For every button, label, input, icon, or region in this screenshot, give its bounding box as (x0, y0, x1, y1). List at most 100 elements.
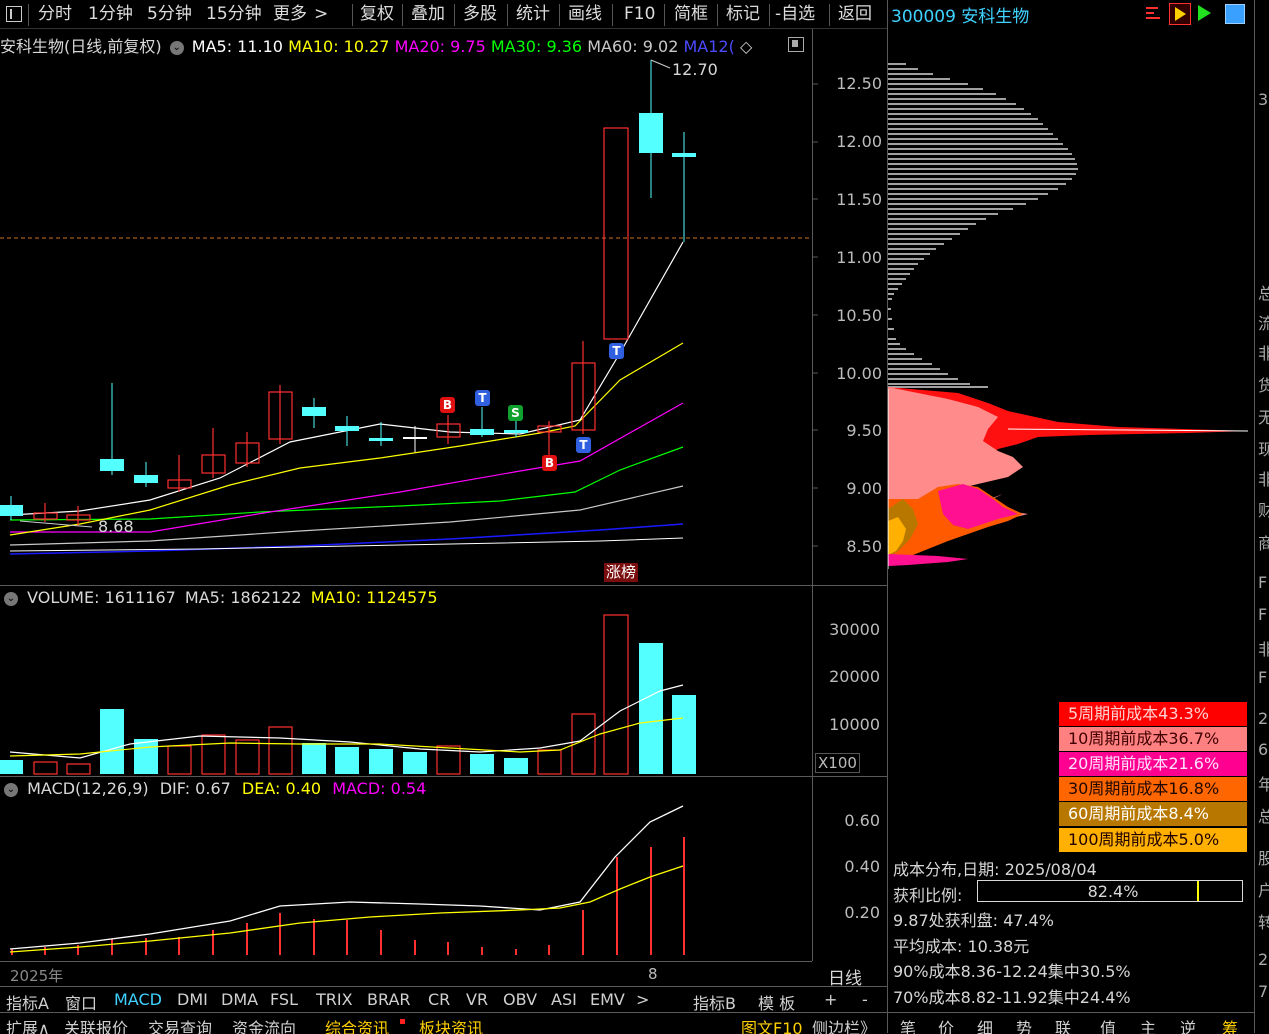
edge-char: F (1258, 605, 1268, 624)
macd-tick: 0.60 (844, 811, 880, 830)
tab-trade-query[interactable]: 交易查询 (148, 1015, 212, 1034)
tab-dma[interactable]: DMA (221, 990, 258, 1009)
tab-lian[interactable]: 联 (1055, 1015, 1071, 1034)
tab-zhu[interactable]: 主 (1140, 1015, 1156, 1034)
tab-vr[interactable]: VR (466, 990, 488, 1009)
ma60-line (9, 485, 684, 546)
macd-chart-svg (9, 805, 685, 955)
zhangbang-badge[interactable]: 涨榜 (604, 563, 639, 582)
tab-trix[interactable]: TRIX (316, 990, 353, 1009)
news-dot (400, 1019, 405, 1024)
tab-fund-flow[interactable]: 资金流向 (232, 1015, 296, 1034)
edge-char: 总 (1258, 803, 1269, 827)
edge-char: 6 (1258, 740, 1269, 759)
indicator-tab-row: 指标A 窗口 MACD DMI DMA FSL TRIX BRAR CR VR … (0, 987, 887, 1014)
tab-news[interactable]: 综合资讯 (325, 1015, 389, 1034)
stock-code-name: 300009 安科生物 (891, 7, 1030, 27)
profit-ratio-bar: 82.4% (977, 880, 1243, 902)
edge-char: 非 (1258, 340, 1269, 364)
period-label[interactable]: 日线 (828, 964, 862, 989)
tab-emv[interactable]: EMV (590, 990, 625, 1009)
tab-cr[interactable]: CR (428, 990, 450, 1009)
tab-jia[interactable]: 价 (938, 1015, 954, 1034)
profit-ratio-label: 获利比例: (893, 886, 963, 905)
edge-char: 年 (1258, 771, 1269, 795)
tab-bi[interactable]: 笔 (900, 1015, 916, 1034)
edge-char: 股 (1258, 845, 1269, 869)
tab-window[interactable]: 窗口 (65, 990, 97, 1014)
volume-tick: 20000 (829, 667, 880, 686)
edge-char: 7 (1258, 982, 1269, 1001)
cost-legend-60: 60周期前成本8.4% (1059, 802, 1247, 826)
tab-shi[interactable]: 势 (1016, 1015, 1032, 1034)
play-icon[interactable] (1169, 3, 1191, 25)
tab-asi[interactable]: ASI (551, 990, 577, 1009)
chevron-right-icon[interactable]: > (636, 990, 649, 1009)
cost-90: 90%成本8.36-12.24集中30.5% (893, 962, 1131, 981)
chart-type-icon[interactable] (1146, 5, 1162, 21)
tab-indicator-a[interactable]: 指标A (6, 990, 49, 1014)
template-button[interactable]: 模 板 (758, 990, 795, 1014)
signal-marker-t[interactable]: T (576, 437, 591, 453)
tab-xi[interactable]: 细 (977, 1015, 993, 1034)
candles (0, 60, 696, 526)
tab-related-quotes[interactable]: 关联报价 (64, 1015, 128, 1034)
tab-chou[interactable]: 筹 (1222, 1015, 1238, 1034)
high-price-label: 12.70 (672, 60, 718, 79)
edge-char: 流 (1258, 310, 1269, 334)
signal-marker-s[interactable]: S (508, 405, 523, 421)
edge-char: F (1258, 573, 1268, 592)
signal-marker-t[interactable]: T (609, 343, 624, 359)
year-label: 2025年 (10, 967, 64, 985)
tab-ni[interactable]: 逆 (1180, 1015, 1196, 1034)
edge-char: 总 (1258, 280, 1269, 304)
tab-fsl[interactable]: FSL (270, 990, 298, 1009)
signal-marker-b[interactable]: B (440, 397, 455, 413)
cost-date-line: 成本分布,日期: 2025/08/04 (893, 860, 1097, 879)
edge-char: 现 (1258, 436, 1269, 460)
tab-indicator-b[interactable]: 指标B (693, 990, 736, 1014)
profit-ratio-value: 82.4% (1087, 882, 1139, 901)
divider (0, 961, 812, 962)
edge-char: F (1258, 668, 1268, 687)
bottom-tab-row: 扩展∧ 关联报价 交易查询 资金流向 综合资讯 板块资讯 图文F10 侧边栏》 … (0, 1012, 1254, 1034)
ma5-line (9, 241, 684, 516)
cost-legend-30: 30周期前成本16.8% (1059, 777, 1247, 801)
cost-legend-5: 5周期前成本43.3% (1059, 702, 1247, 726)
right-edge-panel: 3 总 流 非 货 无 现 非 财 商 F F 非 F 2 6 年 总 股 户 … (1254, 0, 1269, 1033)
edge-char: 货 (1258, 372, 1269, 396)
volume-tick: 30000 (829, 620, 880, 639)
sidebar-button[interactable]: 侧边栏》 (812, 1015, 876, 1034)
stock-header: 300009 安科生物 (888, 0, 1254, 28)
tab-macd[interactable]: MACD (114, 990, 162, 1009)
signal-marker-t[interactable]: T (475, 390, 490, 406)
volume-chart-svg (0, 614, 696, 775)
edge-char: 财 (1258, 497, 1269, 521)
tab-f10-graphic[interactable]: 图文F10 (741, 1015, 803, 1034)
edge-char: 商 (1258, 530, 1269, 554)
signal-marker-b[interactable]: B (542, 455, 557, 471)
tab-brar[interactable]: BRAR (367, 990, 411, 1009)
edge-char: 无 (1258, 404, 1269, 428)
remove-button[interactable]: - (862, 990, 868, 1009)
tab-zhi[interactable]: 值 (1100, 1015, 1116, 1034)
expand-button[interactable]: 扩展∧ (6, 1015, 50, 1034)
cost-legend-10: 10周期前成本36.7% (1059, 727, 1247, 751)
price-chart-svg (0, 59, 818, 555)
macd-tick: 0.20 (844, 903, 880, 922)
tab-sector-news[interactable]: 板块资讯 (419, 1015, 483, 1034)
edge-char: 户 (1258, 877, 1269, 901)
add-button[interactable]: + (824, 990, 837, 1009)
tab-dmi[interactable]: DMI (177, 990, 208, 1009)
cost-legend-100: 100周期前成本5.0% (1059, 828, 1247, 852)
macd-tick: 0.40 (844, 857, 880, 876)
tab-obv[interactable]: OBV (503, 990, 537, 1009)
edge-char: 3 (1258, 90, 1269, 109)
arrow-icon[interactable] (1198, 5, 1211, 21)
edge-char: 2 (1258, 709, 1269, 728)
edge-char: 非 (1258, 636, 1269, 660)
cost-70: 70%成本8.82-11.92集中24.4% (893, 988, 1131, 1007)
volume-tick: 10000 (829, 715, 880, 734)
window-icon[interactable] (1225, 4, 1245, 24)
volume-axis: 30000 20000 10000 X100 (812, 586, 888, 776)
